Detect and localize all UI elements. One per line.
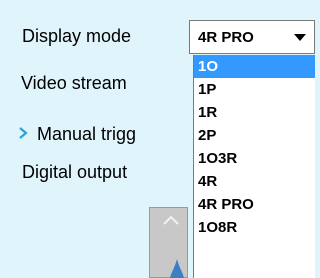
display-mode-dropdown-list: 1O 1P 1R 2P 1O3R 4R 4R PRO 1O8R — [193, 55, 315, 278]
chevron-right-icon[interactable] — [18, 125, 30, 141]
slider-thumb[interactable] — [170, 259, 184, 278]
display-mode-label: Display mode — [22, 26, 132, 46]
dropdown-option-1o[interactable]: 1O — [194, 55, 315, 78]
dropdown-option-4r-pro[interactable]: 4R PRO — [194, 193, 315, 216]
digital-output-label: Digital output — [22, 162, 128, 182]
display-mode-select[interactable]: 4R PRO — [189, 20, 315, 54]
chevron-up-icon[interactable] — [163, 215, 179, 225]
display-mode-selected-value: 4R PRO — [198, 29, 254, 46]
dropdown-option-4r[interactable]: 4R — [194, 170, 315, 193]
dropdown-option-1o3r[interactable]: 1O3R — [194, 147, 315, 170]
video-stream-label: Video stream — [21, 73, 127, 93]
dropdown-option-1p[interactable]: 1P — [194, 78, 315, 101]
manual-trigger-label[interactable]: Manual trigg — [37, 125, 136, 143]
caret-down-icon[interactable] — [294, 34, 306, 42]
dropdown-option-1r[interactable]: 1R — [194, 101, 315, 124]
dropdown-option-2p[interactable]: 2P — [194, 124, 315, 147]
dropdown-option-1o8r[interactable]: 1O8R — [194, 216, 315, 239]
